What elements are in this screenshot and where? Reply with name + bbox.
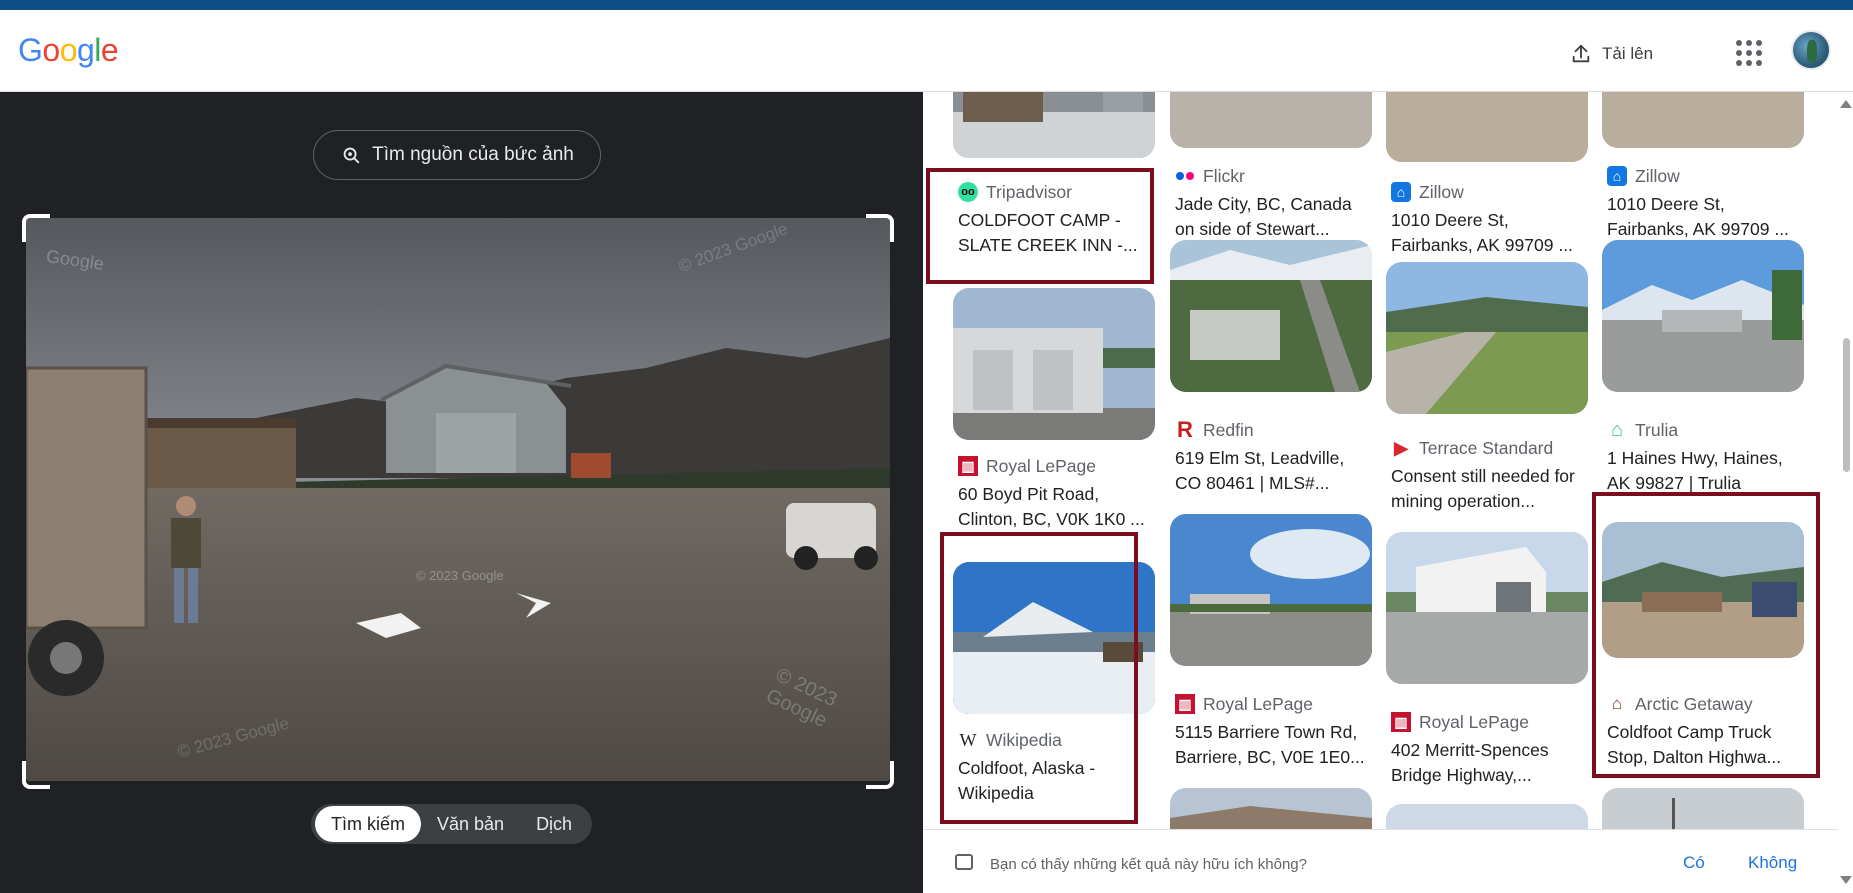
royal-lepage-icon: ▥ — [1175, 694, 1195, 714]
royal-lepage-icon: ▥ — [1391, 712, 1411, 732]
result-source[interactable]: ▥ Royal LePage — [1175, 692, 1313, 716]
mode-tabs: Tìm kiếm Văn bản Dịch — [311, 804, 593, 844]
tab-text[interactable]: Văn bản — [421, 806, 520, 842]
flickr-icon — [1175, 166, 1195, 186]
watermark: © 2023 Google — [416, 568, 504, 583]
result-title[interactable]: 1 Haines Hwy, Haines, AK 99827 | Trulia — [1607, 446, 1803, 496]
result-source[interactable]: ⌂ Zillow — [1391, 180, 1464, 204]
find-image-source-label: Tìm nguồn của bức ảnh — [372, 144, 574, 165]
scrollbar[interactable] — [1838, 92, 1853, 893]
highlight-box — [1592, 492, 1820, 778]
upload-label: Tải lên — [1602, 44, 1654, 63]
result-thumbnail[interactable] — [953, 288, 1155, 440]
scroll-down-arrow-icon[interactable] — [1840, 876, 1852, 884]
find-image-source-button[interactable]: Tìm nguồn của bức ảnh — [313, 130, 601, 180]
result-thumbnail[interactable] — [1602, 92, 1804, 148]
crop-handle-bottom-left[interactable] — [22, 761, 50, 789]
upload-icon — [1572, 44, 1590, 63]
redfin-icon: R — [1177, 417, 1193, 442]
highlight-box — [926, 168, 1154, 284]
result-source[interactable]: ▶ Terrace Standard — [1391, 436, 1553, 460]
header: Google Tải lên — [0, 10, 1853, 92]
result-title[interactable]: 402 Merritt-Spences Bridge Highway,... — [1391, 738, 1587, 788]
result-source[interactable]: Flickr — [1175, 164, 1245, 188]
result-title[interactable]: 5115 Barriere Town Rd, Barriere, BC, V0E… — [1175, 720, 1371, 770]
tab-search[interactable]: Tìm kiếm — [315, 806, 421, 842]
result-thumbnail[interactable] — [1170, 240, 1372, 392]
trulia-icon: ⌂ — [1610, 418, 1624, 441]
result-source[interactable]: ▥ Royal LePage — [1391, 710, 1529, 734]
result-thumbnail[interactable] — [1386, 92, 1588, 162]
result-thumbnail[interactable] — [953, 92, 1155, 158]
result-title[interactable]: 619 Elm St, Leadville, CO 80461 | MLS#..… — [1175, 446, 1371, 496]
result-title[interactable]: Jade City, BC, Canada on side of Stewart… — [1175, 192, 1371, 242]
result-source[interactable]: R Redfin — [1175, 417, 1254, 442]
lens-search-icon — [343, 147, 360, 164]
feedback-yes-button[interactable]: Có — [1683, 853, 1705, 873]
google-logo[interactable]: Google — [18, 32, 119, 69]
upload-button[interactable]: Tải lên — [1570, 34, 1653, 74]
result-title[interactable]: 1010 Deere St, Fairbanks, AK 99709 ... — [1607, 192, 1803, 242]
feedback-bar: Bạn có thấy những kết quả này hữu ích kh… — [923, 829, 1853, 893]
terrace-standard-icon: ▶ — [1394, 437, 1408, 458]
crop-handle-top-right[interactable] — [866, 214, 894, 242]
result-thumbnail[interactable] — [1170, 92, 1372, 148]
avatar[interactable] — [1791, 30, 1831, 70]
result-thumbnail[interactable] — [1602, 240, 1804, 392]
query-photo: Google © 2023 Google © 2023 Google © 202… — [26, 218, 890, 781]
result-title[interactable]: 60 Boyd Pit Road, Clinton, BC, V0K 1K0 .… — [958, 482, 1154, 532]
top-stripe — [0, 0, 1853, 10]
scroll-thumb[interactable] — [1843, 338, 1850, 472]
highlight-box — [940, 532, 1138, 824]
result-thumbnail[interactable] — [1386, 262, 1588, 414]
royal-lepage-icon: ▥ — [958, 456, 978, 476]
scroll-up-arrow-icon[interactable] — [1840, 100, 1852, 108]
result-thumbnail[interactable] — [1170, 514, 1372, 666]
zillow-icon: ⌂ — [1391, 182, 1411, 202]
crop-handle-top-left[interactable] — [22, 214, 50, 242]
tab-translate[interactable]: Dịch — [520, 806, 588, 842]
image-panel: Tìm nguồn của bức ảnh Google © 2023 Goog… — [0, 92, 923, 893]
result-title[interactable]: Consent still needed for mining operatio… — [1391, 464, 1587, 514]
result-source[interactable]: ⌂ Zillow — [1607, 164, 1680, 188]
feedback-icon — [955, 854, 973, 870]
result-thumbnail[interactable] — [1386, 532, 1588, 684]
result-title[interactable]: 1010 Deere St, Fairbanks, AK 99709 ... — [1391, 208, 1587, 258]
result-source[interactable]: ▥ Royal LePage — [958, 454, 1096, 478]
crop-handle-bottom-right[interactable] — [866, 761, 894, 789]
zillow-icon: ⌂ — [1607, 166, 1627, 186]
apps-grid-icon[interactable] — [1736, 40, 1762, 66]
feedback-question: Bạn có thấy những kết quả này hữu ích kh… — [990, 856, 1307, 873]
result-source[interactable]: ⌂ Trulia — [1607, 418, 1678, 442]
results-panel: oo Tripadvisor COLDFOOT CAMP - SLATE CRE… — [923, 92, 1853, 893]
feedback-no-button[interactable]: Không — [1748, 853, 1797, 873]
